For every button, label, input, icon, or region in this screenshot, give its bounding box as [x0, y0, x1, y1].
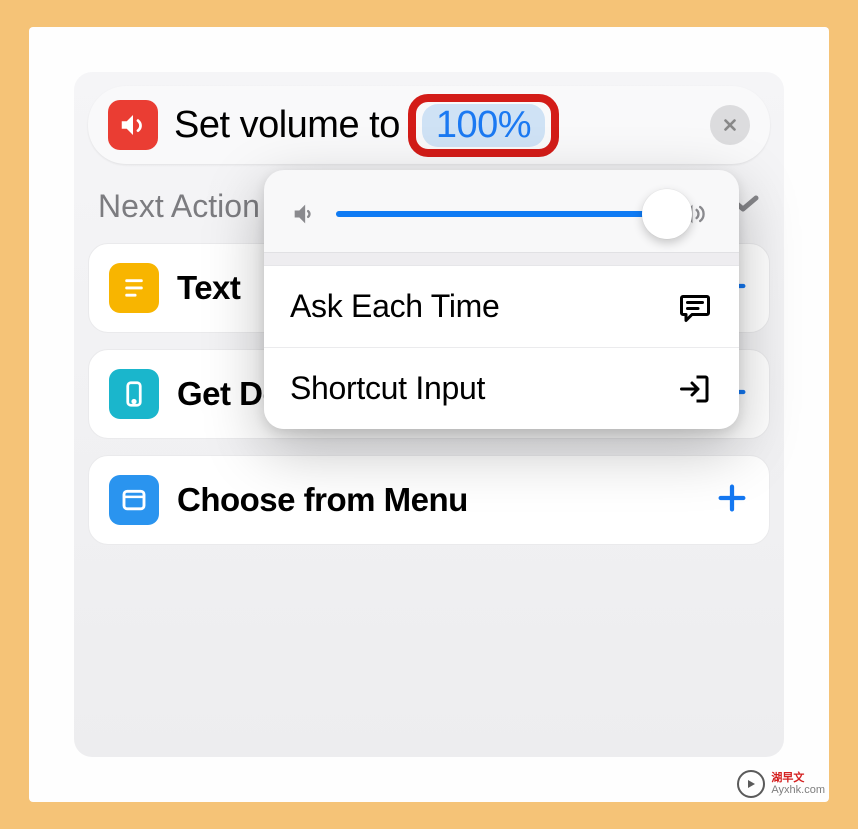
volume-low-icon [290, 200, 318, 228]
plus-icon [715, 481, 749, 515]
speech-bubble-icon [677, 289, 713, 325]
set-volume-action[interactable]: Set volume to 100% [88, 86, 770, 164]
menu-ask-each-time[interactable]: Ask Each Time [264, 266, 739, 348]
volume-popover: Ask Each Time Shortcut Input [264, 170, 739, 429]
sound-icon [108, 100, 158, 150]
slider-fill [336, 211, 661, 217]
popover-menu: Ask Each Time Shortcut Input [264, 266, 739, 429]
menu-icon [109, 475, 159, 525]
suggestion-choose-menu[interactable]: Choose from Menu [88, 455, 770, 545]
close-icon [721, 116, 739, 134]
suggestion-title: Text [177, 269, 240, 307]
volume-value-token[interactable]: 100% [422, 104, 545, 147]
menu-label: Shortcut Input [290, 370, 485, 407]
menu-label: Ask Each Time [290, 288, 500, 325]
volume-slider-row [264, 170, 739, 252]
outer-card: Set volume to 100% Next Action Suggestio… [29, 27, 829, 802]
play-icon [737, 770, 765, 798]
action-label: Set volume to [174, 104, 400, 147]
watermark: 湖早文 Ayxhk.com [737, 770, 825, 798]
popover-divider [264, 252, 739, 266]
close-button[interactable] [710, 105, 750, 145]
text-icon [109, 263, 159, 313]
volume-value-highlight: 100% [408, 94, 559, 157]
slider-thumb[interactable] [642, 189, 692, 239]
volume-slider[interactable] [336, 211, 661, 217]
input-icon [677, 371, 713, 407]
menu-shortcut-input[interactable]: Shortcut Input [264, 348, 739, 429]
add-button[interactable] [715, 481, 749, 520]
shortcuts-panel: Set volume to 100% Next Action Suggestio… [74, 72, 784, 757]
device-icon [109, 369, 159, 419]
suggestion-title: Choose from Menu [177, 481, 468, 519]
